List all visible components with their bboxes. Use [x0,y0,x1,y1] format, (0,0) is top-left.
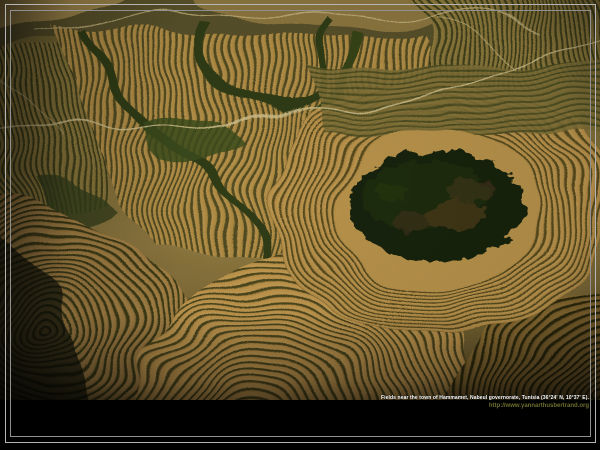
caption-text: Fields near the town of Hammamet, Nabeul… [381,396,589,402]
film-grain [0,0,600,400]
aerial-photo-art [0,0,600,400]
wallpaper-stage: Fields near the town of Hammamet, Nabeul… [0,0,600,450]
photo-caption: Fields near the town of Hammamet, Nabeul… [381,396,589,409]
aerial-photo [0,0,600,400]
caption-url: http://www.yannarthusbertrand.org [381,403,589,410]
